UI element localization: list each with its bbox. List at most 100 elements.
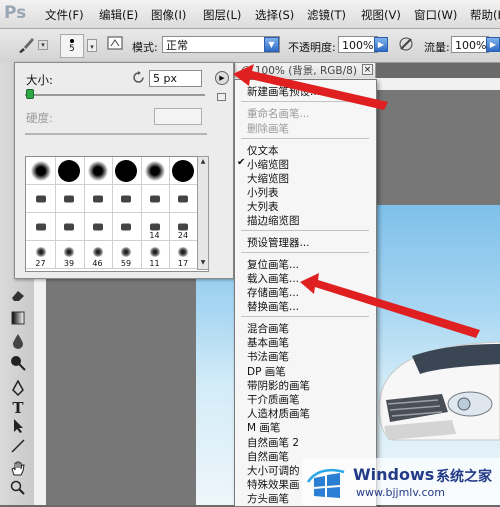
panel-resize-icon[interactable] [217,93,226,101]
brush-preset-cell[interactable]: 59 [111,241,142,269]
chevron-down-icon[interactable]: ▾ [38,40,48,50]
menu-help[interactable]: 帮助(H) [470,7,500,23]
menu-save-brushes[interactable]: 存储画笔... [247,285,299,300]
brush-preset-cell[interactable]: 46 [83,241,113,269]
brush-preset-cell[interactable] [83,157,113,185]
brush-preset-cell[interactable] [83,185,113,213]
menu-text-only[interactable]: 仅文本 [247,143,279,158]
brush-preset-cell[interactable] [111,157,142,185]
menu-view[interactable]: 视图(V) [361,7,401,23]
brush-preset-cell[interactable] [26,213,56,241]
menu-select[interactable]: 选择(S) [255,7,294,23]
menu-brush-set[interactable]: 干介质画笔 [247,392,300,407]
menu-stroke-thumbnail[interactable]: 描边缩览图 [247,213,300,228]
menu-filter[interactable]: 滤镜(T) [307,7,346,23]
menu-brush-set[interactable]: 基本画笔 [247,335,289,350]
brush-tip-preview [63,246,75,257]
menu-brush-set[interactable]: 特殊效果画 [247,477,300,492]
watermark-title: Windows [353,465,435,484]
line-tool-icon[interactable] [9,438,27,456]
mode-select[interactable]: 正常 [162,36,280,53]
menu-new-brush-preset[interactable]: 新建画笔预设... [247,84,320,99]
brush-preset-cell[interactable]: 11 [140,241,170,269]
brush-preset-cell[interactable] [54,185,85,213]
close-icon[interactable]: × [362,64,373,75]
brush-preset-cell[interactable] [168,185,199,213]
hand-tool-icon[interactable] [9,460,27,478]
menu-window[interactable]: 窗口(W) [414,7,457,23]
size-slider-thumb[interactable] [26,89,34,99]
size-input[interactable]: 5 px [149,70,202,87]
grid-scrollbar[interactable]: ▲ ▼ [197,156,209,270]
zoom-tool-icon[interactable] [9,480,27,498]
brush-preset-cell[interactable]: 24 [168,213,199,241]
menu-preset-manager[interactable]: 预设管理器... [247,235,310,250]
menu-brush-set[interactable]: 自然画笔 2 [247,435,299,450]
scroll-down-icon[interactable]: ▼ [199,259,207,267]
brush-tip-preview [35,223,46,230]
brush-tip-preview [64,195,74,202]
brush-preset-cell[interactable] [140,157,170,185]
menu-brush-set[interactable]: DP 画笔 [247,364,286,379]
brush-preset-cell[interactable] [168,157,199,185]
dodge-tool-icon[interactable] [9,355,27,373]
mode-dropdown-icon[interactable]: ▼ [264,37,279,52]
brush-tool-icon[interactable] [14,34,38,58]
brush-preset-cell[interactable] [26,157,56,185]
brush-preset-picker[interactable]: 5 [60,34,84,58]
menu-brush-set[interactable]: 人造材质画笔 [247,406,310,421]
menu-reset-brushes[interactable]: 复位画笔... [247,257,299,272]
brush-preset-cell[interactable]: 27 [26,241,56,269]
brush-preset-cell[interactable]: 14 [140,213,170,241]
brush-preset-cell[interactable]: 17 [168,241,199,269]
opacity-slider-icon[interactable]: ▶ [374,37,388,52]
document-tab[interactable]: @ 100% (背景, RGB/8) [234,62,376,78]
menu-brush-set[interactable]: 混合画笔 [247,321,289,336]
menu-brush-set[interactable]: 自然画笔 [247,449,289,464]
menu-small-list[interactable]: 小列表 [247,185,279,200]
flow-input[interactable]: 100% [451,36,489,53]
menu-small-thumbnail[interactable]: 小缩览图 [247,157,289,172]
flow-slider-icon[interactable]: ▶ [486,37,500,52]
menu-layer[interactable]: 图层(L) [203,7,241,23]
menu-replace-brushes[interactable]: 替换画笔... [247,299,299,314]
brush-preset-cell[interactable] [54,213,85,241]
brush-preset-cell[interactable] [26,185,56,213]
menu-large-thumbnail[interactable]: 大缩览图 [247,171,289,186]
menu-large-list[interactable]: 大列表 [247,199,279,214]
path-selection-tool-icon[interactable] [9,418,27,436]
brush-preset-cell[interactable] [54,157,85,185]
brush-preset-cell[interactable] [111,213,142,241]
pressure-opacity-icon[interactable] [394,34,418,58]
menu-image[interactable]: 图像(I) [151,7,186,23]
brush-preset-cell[interactable] [83,213,113,241]
blur-tool-icon[interactable] [9,333,27,351]
menu-brush-set[interactable]: 方头画笔 [247,491,289,506]
menu-brush-set[interactable]: 书法画笔 [247,349,289,364]
size-slider-track[interactable] [25,94,205,96]
brush-panel-toggle-icon[interactable] [103,34,127,58]
type-tool-icon[interactable]: T [9,399,27,417]
brush-preset-cell[interactable] [140,185,170,213]
chevron-down-icon[interactable]: ▾ [87,39,97,52]
menu-file[interactable]: 文件(F) [45,7,84,23]
reset-size-icon[interactable] [132,71,145,84]
menu-edit[interactable]: 编辑(E) [99,7,138,23]
eraser-tool-icon[interactable] [9,288,27,306]
menu-brush-set[interactable]: M 画笔 [247,420,280,435]
scroll-up-icon[interactable]: ▲ [199,158,207,166]
pen-tool-icon[interactable] [9,379,27,398]
menu-brush-set[interactable]: 大小可调的 [247,463,300,478]
brush-size-label: 24 [177,231,189,240]
opacity-input[interactable]: 100% [338,36,378,53]
brush-preset-panel: 大小: 5 px ▶ 硬度: 14 24 27 39 46 59 11 17 ▲ ▼ [14,62,234,279]
brush-preset-cell[interactable] [111,185,142,213]
panel-menu-icon[interactable]: ▶ [215,71,229,85]
menu-brush-set[interactable]: 带阴影的画笔 [247,378,310,393]
hardness-slider-track [25,133,207,135]
gradient-tool-icon[interactable] [9,311,27,329]
menu-load-brushes[interactable]: 载入画笔... [247,271,299,286]
brush-tip-preview [178,195,188,202]
watermark-url: www.bjjmlv.com [356,486,445,499]
brush-preset-cell[interactable]: 39 [54,241,85,269]
